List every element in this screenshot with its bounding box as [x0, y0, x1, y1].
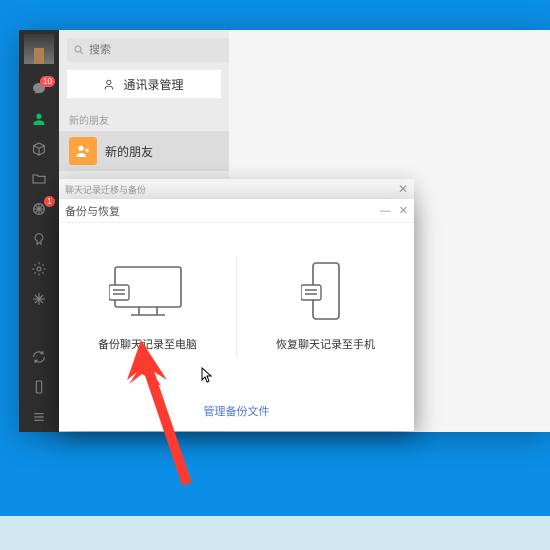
butterfly-icon: [31, 231, 47, 247]
search-input-wrap[interactable]: [67, 38, 237, 62]
moments-badge: 1: [44, 196, 55, 207]
phone-icon: [31, 379, 47, 395]
sidebar-item-channels[interactable]: [19, 224, 59, 254]
sidebar-item-contacts[interactable]: [19, 104, 59, 134]
manage-backup-files-link[interactable]: 管理备份文件: [59, 391, 414, 431]
section-label: 新的朋友: [59, 108, 229, 131]
phone-restore-icon: [286, 262, 366, 322]
contacts-icon: [31, 111, 47, 127]
chat-badge: 10: [40, 76, 55, 87]
menu-icon: [31, 409, 47, 425]
new-friend-icon: [69, 137, 97, 165]
taskbar[interactable]: [0, 516, 550, 550]
sidebar-item-favorites[interactable]: [19, 134, 59, 164]
backup-to-pc-label: 备份聊天记录至电脑: [98, 336, 197, 352]
new-friend-label: 新的朋友: [105, 143, 153, 160]
restore-to-phone-label: 恢复聊天记录至手机: [276, 336, 375, 352]
sidebar-item-miniprograms[interactable]: [19, 254, 59, 284]
cube-icon: [31, 141, 47, 157]
sidebar-item-moments[interactable]: 1: [19, 194, 59, 224]
restore-to-phone-option[interactable]: 恢复聊天记录至手机: [237, 262, 414, 352]
search-input[interactable]: [89, 44, 231, 56]
contacts-manage-icon: [104, 78, 117, 91]
manage-contacts-button[interactable]: 通讯录管理: [67, 70, 221, 98]
sidebar-item-files[interactable]: [19, 164, 59, 194]
search-icon: [73, 44, 85, 56]
backup-restore-dialog: 备份与恢复 — ✕ 备份聊天记录至电脑: [59, 199, 414, 431]
taskbar-item[interactable]: [37, 518, 67, 548]
backup-dialog-title: 备份与恢复: [65, 203, 120, 219]
spark-icon: [31, 291, 47, 307]
new-friend-row[interactable]: 新的朋友: [59, 131, 229, 171]
pc-icon: [108, 262, 188, 322]
sidebar-item-more[interactable]: [19, 284, 59, 314]
migrate-dialog-title: 聊天记录迁移与备份: [65, 183, 146, 196]
close-button[interactable]: ✕: [399, 204, 408, 217]
backup-to-pc-option[interactable]: 备份聊天记录至电脑: [59, 262, 236, 352]
close-icon[interactable]: ✕: [398, 182, 408, 196]
gear-icon: [31, 261, 47, 277]
manage-contacts-label: 通讯录管理: [123, 76, 183, 93]
sidebar-item-sync[interactable]: [19, 342, 59, 372]
minimize-button[interactable]: —: [380, 205, 391, 217]
taskbar-item[interactable]: [1, 518, 31, 548]
sidebar-item-phone[interactable]: [19, 372, 59, 402]
sidebar-item-chat[interactable]: 10: [19, 74, 59, 104]
folder-icon: [31, 171, 47, 187]
sidebar: 10 1: [19, 30, 59, 432]
avatar[interactable]: [24, 34, 54, 64]
cursor-icon: [201, 367, 213, 383]
refresh-icon: [31, 349, 47, 365]
sidebar-item-menu[interactable]: [19, 402, 59, 432]
